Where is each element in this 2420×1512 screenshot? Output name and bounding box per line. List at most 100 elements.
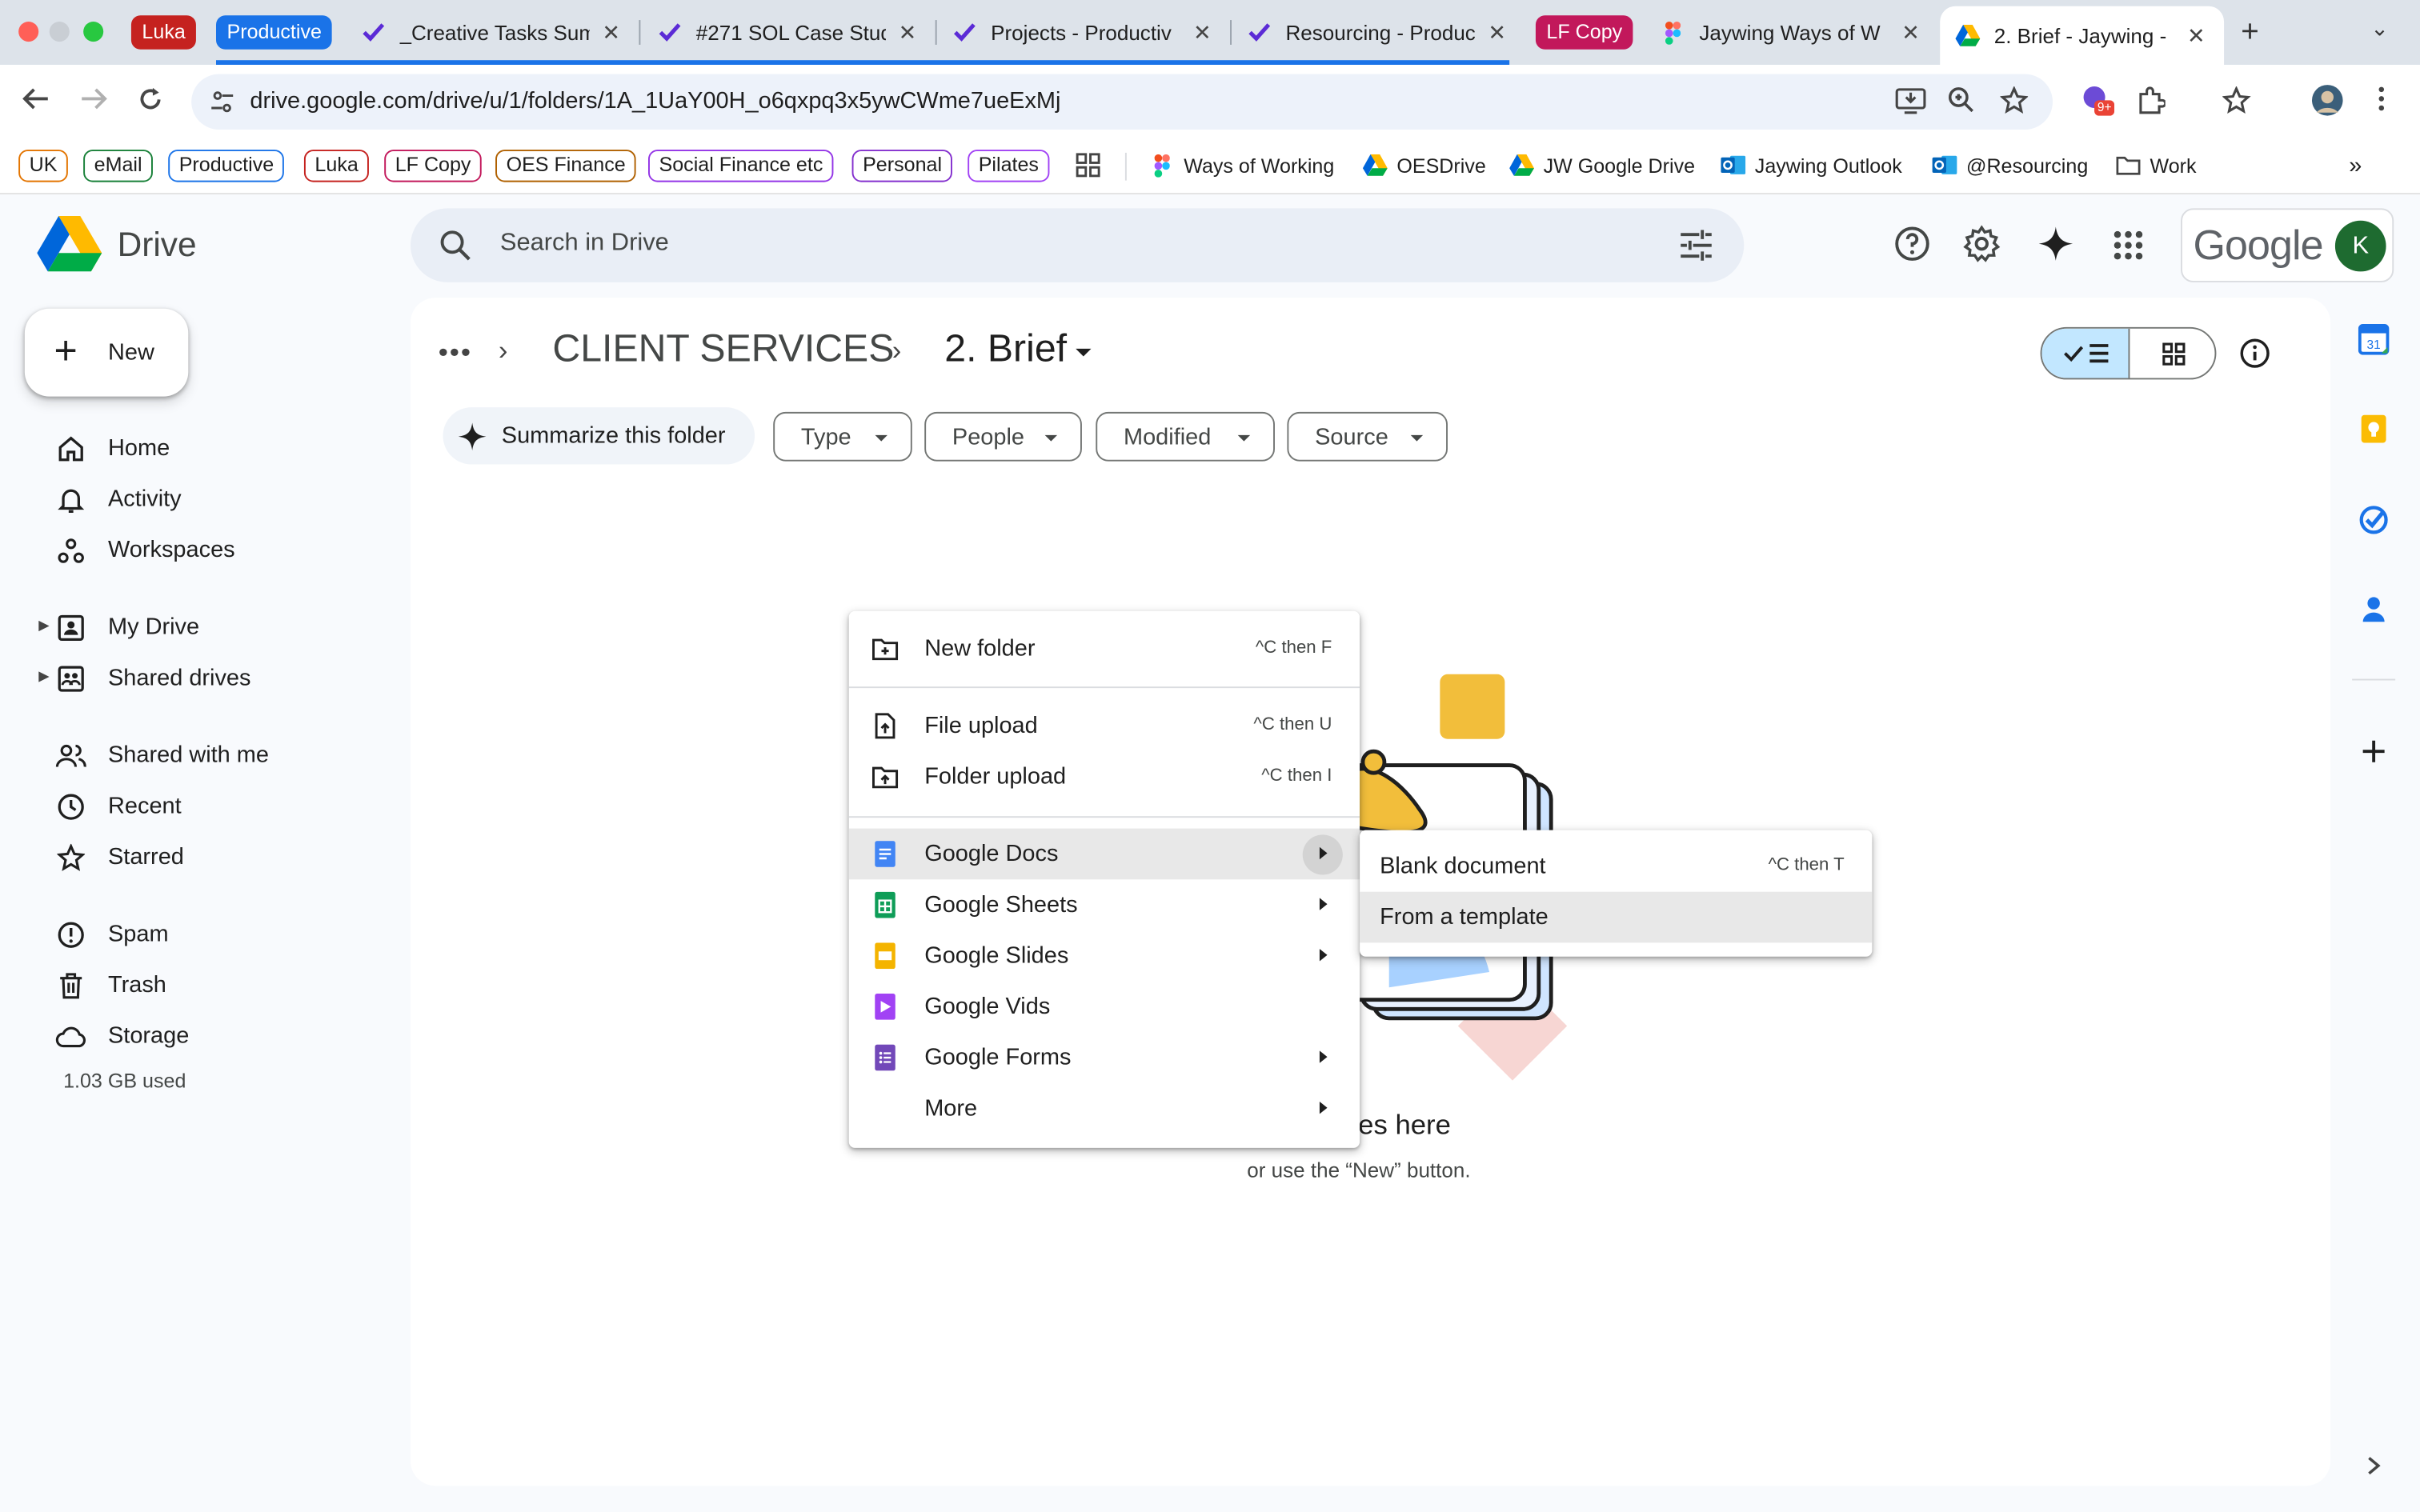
close-window-button[interactable] — [18, 21, 39, 42]
menu-item-google-docs[interactable]: Google Docs — [848, 828, 1360, 880]
new-button[interactable]: + New — [24, 308, 189, 397]
google-apps-icon[interactable] — [2113, 230, 2144, 268]
submenu-item-blank-document[interactable]: Blank document ^C then T — [1360, 841, 1872, 892]
close-icon[interactable]: ✕ — [1484, 19, 1509, 46]
forward-icon[interactable] — [80, 86, 108, 118]
extension-badge-icon[interactable]: 9+ — [2081, 83, 2115, 125]
close-icon[interactable]: ✕ — [1898, 19, 1923, 46]
extensions-icon[interactable] — [2138, 86, 2167, 122]
menu-item-google-forms[interactable]: Google Forms — [849, 1032, 1360, 1083]
sidebar-item-my-drive[interactable]: ▶ My Drive — [0, 603, 395, 653]
zoom-icon[interactable] — [1948, 86, 1976, 122]
summarize-folder-button[interactable]: Summarize this folder — [443, 407, 755, 465]
drive-logo-icon[interactable] — [37, 215, 102, 279]
search-input[interactable]: Search in Drive — [500, 230, 669, 258]
tab-group-lf-copy[interactable]: LF Copy — [1535, 15, 1633, 50]
account-switcher[interactable]: Google K — [2181, 208, 2394, 282]
breadcrumb-more-button[interactable]: ••• — [439, 336, 472, 368]
tab-search-icon[interactable]: ⌄ — [2370, 15, 2389, 42]
expand-caret-icon[interactable]: ▶ — [38, 617, 49, 634]
close-icon[interactable]: ✕ — [2184, 22, 2209, 49]
sidebar-item-spam[interactable]: Spam — [0, 910, 395, 960]
new-tab-button[interactable]: + — [2241, 15, 2259, 50]
tab-jaywing-ways[interactable]: Jaywing Ways of W ✕ — [1661, 10, 1923, 56]
bookmark-jw-google-drive[interactable]: JW Google Drive — [1509, 153, 1695, 178]
avatar[interactable]: K — [2334, 220, 2386, 272]
submenu-item-from-template[interactable]: From a template — [1360, 891, 1873, 943]
more-bookmarks-icon[interactable]: » — [2349, 153, 2362, 179]
bookmark-oesdrive[interactable]: OESDrive — [1362, 153, 1486, 178]
close-icon[interactable]: ✕ — [1190, 19, 1215, 46]
search-icon[interactable] — [439, 228, 472, 270]
reading-list-icon[interactable] — [2222, 86, 2254, 122]
breadcrumb-parent[interactable]: CLIENT SERVICES — [552, 327, 894, 372]
bookmark-star-icon[interactable] — [1999, 86, 2029, 122]
bookmark-group-oes-finance[interactable]: OES Finance — [495, 150, 637, 182]
list-view-button[interactable] — [2041, 328, 2130, 378]
filter-type[interactable]: Type — [773, 411, 912, 462]
back-icon[interactable] — [22, 86, 50, 118]
sidebar-item-recent[interactable]: Recent — [0, 782, 395, 832]
tab-group-luka[interactable]: Luka — [130, 15, 197, 50]
bookmark-group-uk[interactable]: UK — [18, 150, 68, 182]
settings-gear-icon[interactable] — [1963, 225, 2001, 270]
expand-side-panel-icon[interactable] — [2365, 1455, 2396, 1486]
sidebar-item-activity[interactable]: Activity — [0, 475, 395, 525]
sidebar-item-home[interactable]: Home — [0, 424, 395, 474]
help-icon[interactable] — [1893, 226, 1930, 270]
menu-item-file-upload[interactable]: File upload ^C then U — [849, 701, 1360, 752]
tab-group-productive[interactable]: Productive — [215, 15, 333, 50]
sidebar-item-starred[interactable]: Starred — [0, 833, 395, 882]
keep-icon[interactable] — [2358, 414, 2390, 445]
profile-avatar-icon[interactable] — [2310, 83, 2344, 125]
grid-view-button[interactable] — [2131, 329, 2214, 378]
minimize-window-button[interactable] — [49, 21, 70, 42]
menu-item-new-folder[interactable]: New folder ^C then F — [849, 623, 1360, 674]
add-addon-icon[interactable] — [2358, 736, 2390, 767]
filter-source[interactable]: Source — [1287, 411, 1448, 462]
info-icon[interactable] — [2239, 338, 2270, 376]
breadcrumb-current[interactable]: 2. Brief — [944, 327, 1067, 372]
bookmark-group-lf-copy[interactable]: LF Copy — [384, 150, 482, 182]
browser-menu-icon[interactable] — [2378, 86, 2385, 118]
search-bar[interactable]: Search in Drive — [410, 208, 1745, 282]
address-bar[interactable]: drive.google.com/drive/u/1/folders/1A_1U… — [191, 74, 2053, 130]
bookmark-jaywing-outlook[interactable]: Jaywing Outlook — [1721, 153, 1902, 178]
menu-item-folder-upload[interactable]: Folder upload ^C then I — [849, 751, 1360, 802]
bookmark-group-email[interactable]: eMail — [83, 150, 154, 182]
sidebar-item-workspaces[interactable]: Workspaces — [0, 526, 395, 576]
bookmark-group-pilates[interactable]: Pilates — [968, 150, 1050, 182]
view-toggle[interactable] — [2040, 326, 2217, 380]
tasks-icon[interactable] — [2358, 505, 2390, 536]
filter-people[interactable]: People — [924, 411, 1082, 462]
tab-resourcing[interactable]: Resourcing - Produc ✕ — [1247, 10, 1509, 56]
menu-item-google-slides[interactable]: Google Slides — [849, 930, 1360, 982]
calendar-icon[interactable]: 31 — [2358, 323, 2390, 355]
close-icon[interactable]: ✕ — [895, 19, 920, 46]
sidebar-item-trash[interactable]: Trash — [0, 961, 395, 1010]
expand-caret-icon[interactable]: ▶ — [38, 668, 49, 685]
maximize-window-button[interactable] — [83, 21, 104, 42]
bookmark-group-social-finance[interactable]: Social Finance etc — [647, 150, 834, 182]
bookmark-group-productive[interactable]: Productive — [168, 150, 285, 182]
menu-item-google-vids[interactable]: Google Vids — [849, 982, 1360, 1033]
menu-item-google-sheets[interactable]: Google Sheets — [849, 879, 1360, 930]
bookmark-work-folder[interactable]: Work — [2116, 153, 2197, 178]
apps-grid-icon[interactable] — [1076, 153, 1100, 178]
contacts-icon[interactable] — [2358, 594, 2390, 625]
close-icon[interactable]: ✕ — [599, 19, 623, 46]
search-options-icon[interactable] — [1679, 230, 1713, 268]
folder-menu-caret-icon[interactable] — [1076, 348, 1092, 357]
bookmark-group-luka[interactable]: Luka — [303, 150, 370, 182]
tab-creative-tasks[interactable]: _Creative Tasks Sum ✕ — [361, 10, 623, 56]
tab-brief-active[interactable]: 2. Brief - Jaywing - ✕ — [1940, 6, 2225, 65]
bookmark-ways-of-working[interactable]: Ways of Working — [1150, 153, 1334, 178]
tab-sol-case-study[interactable]: #271 SOL Case Stud ✕ — [658, 10, 920, 56]
bookmark-resourcing[interactable]: @Resourcing — [1932, 153, 2088, 178]
gemini-sparkle-icon[interactable] — [2037, 226, 2074, 270]
site-settings-icon[interactable] — [210, 90, 234, 122]
sidebar-item-shared-drives[interactable]: ▶ Shared drives — [0, 654, 395, 704]
filter-modified[interactable]: Modified — [1096, 411, 1275, 462]
tab-projects[interactable]: Projects - Productiv ✕ — [952, 10, 1215, 56]
reload-icon[interactable] — [138, 86, 164, 120]
